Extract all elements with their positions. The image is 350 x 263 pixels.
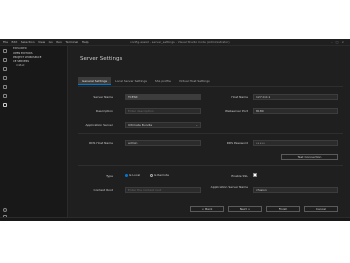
menu-go[interactable]: Go: [49, 40, 53, 44]
run-debug-icon[interactable]: [3, 76, 7, 80]
rds-password-label: RDS Password: [226, 141, 248, 145]
app-server-name-input[interactable]: cfusion: [253, 187, 338, 193]
application-server-select[interactable]: Ultimate Bundle ⌄: [125, 122, 201, 128]
tab-ssl-profile[interactable]: SSL profile: [151, 77, 175, 85]
host-name-input[interactable]: 127.0.0.1: [253, 94, 338, 100]
enable-ssl-checkbox[interactable]: [253, 173, 257, 177]
section-divider-1: [78, 133, 343, 134]
tab-general-settings[interactable]: General Settings: [78, 77, 112, 85]
type-label: Type: [106, 174, 113, 178]
rds-password-input[interactable]: •••••: [253, 140, 338, 146]
source-control-icon[interactable]: [3, 67, 7, 71]
back-button[interactable]: < Back: [190, 206, 224, 212]
radio-is-remote[interactable]: Is Remote: [150, 173, 169, 177]
tab-local-server-settings[interactable]: Local Server Settings: [111, 77, 151, 85]
tabs-divider: [78, 86, 343, 87]
menu-view[interactable]: View: [38, 40, 45, 44]
webserver-port-input[interactable]: 8180: [253, 108, 338, 114]
description-label: Description: [95, 109, 113, 113]
finish-button[interactable]: Finish: [266, 206, 300, 212]
app-server-name-label: Application Server Name: [210, 185, 248, 189]
menu-edit[interactable]: Edit: [12, 40, 18, 44]
server-name-label: Server Name: [93, 95, 113, 99]
context-root-input[interactable]: Enter the context root: [125, 187, 201, 193]
search-icon[interactable]: [3, 58, 7, 62]
window-controls: –□×: [331, 39, 347, 45]
menu-selection[interactable]: Selection: [21, 40, 35, 44]
radio-is-remote-label: Is Remote: [154, 173, 169, 177]
menu-bar: File Edit Selection View Go Run Terminal…: [3, 39, 91, 45]
rds-host-name-label: RDS Host Name: [89, 141, 113, 145]
remote-icon[interactable]: [3, 94, 7, 98]
description-input[interactable]: Enter description: [125, 108, 201, 114]
tab-virtual-host-settings[interactable]: Virtual Host Settings: [175, 77, 214, 85]
close-icon[interactable]: ×: [341, 40, 347, 44]
account-icon[interactable]: [3, 208, 7, 212]
test-connection-button[interactable]: Test Connection: [281, 154, 338, 160]
application-server-value: Ultimate Bundle: [128, 123, 153, 127]
menu-help[interactable]: Help: [82, 40, 89, 44]
radio-unselected-icon: [150, 173, 153, 177]
cancel-button[interactable]: Cancel: [304, 206, 338, 212]
menu-file[interactable]: File: [3, 40, 8, 44]
section-divider-2: [78, 165, 343, 166]
settings-tabs: General Settings Local Server Settings S…: [78, 77, 214, 85]
editor-area: Server Settings General Settings Local S…: [68, 46, 350, 221]
application-server-label: Application Server: [85, 123, 113, 127]
rds-host-name-input[interactable]: admin: [125, 140, 201, 146]
webserver-port-label: Webserver Port: [225, 109, 248, 113]
activity-bar: [0, 46, 10, 221]
host-name-label: Host Name: [231, 95, 248, 99]
config-assist-icon[interactable]: [3, 103, 7, 107]
explorer-icon[interactable]: [3, 49, 7, 53]
window-title: config-assist - server_settings - Visual…: [130, 40, 230, 44]
status-bar: [0, 217, 350, 221]
radio-selected-icon: [125, 173, 128, 177]
sidebar: EXPLORER OPEN EDITORS PROJECT WORKSPACE …: [10, 46, 68, 221]
radio-is-local-label: Is Local: [129, 173, 141, 177]
chevron-down-icon: ⌄: [195, 123, 198, 127]
menu-run[interactable]: Run: [56, 40, 62, 44]
next-button[interactable]: Next >: [228, 206, 262, 212]
context-root-label: Context Root: [93, 188, 113, 192]
title-bar: File Edit Selection View Go Run Terminal…: [0, 39, 350, 46]
vscode-window: File Edit Selection View Go Run Terminal…: [0, 39, 350, 221]
page-title: Server Settings: [80, 56, 123, 62]
enable-ssl-label: Enable SSL: [231, 174, 248, 178]
radio-is-local[interactable]: Is Local: [125, 173, 140, 177]
menu-terminal[interactable]: Terminal: [66, 40, 79, 44]
sidebar-item-unball[interactable]: UnBall: [10, 64, 67, 68]
server-name-input[interactable]: TCESR: [125, 94, 201, 100]
extensions-icon[interactable]: [3, 85, 7, 89]
